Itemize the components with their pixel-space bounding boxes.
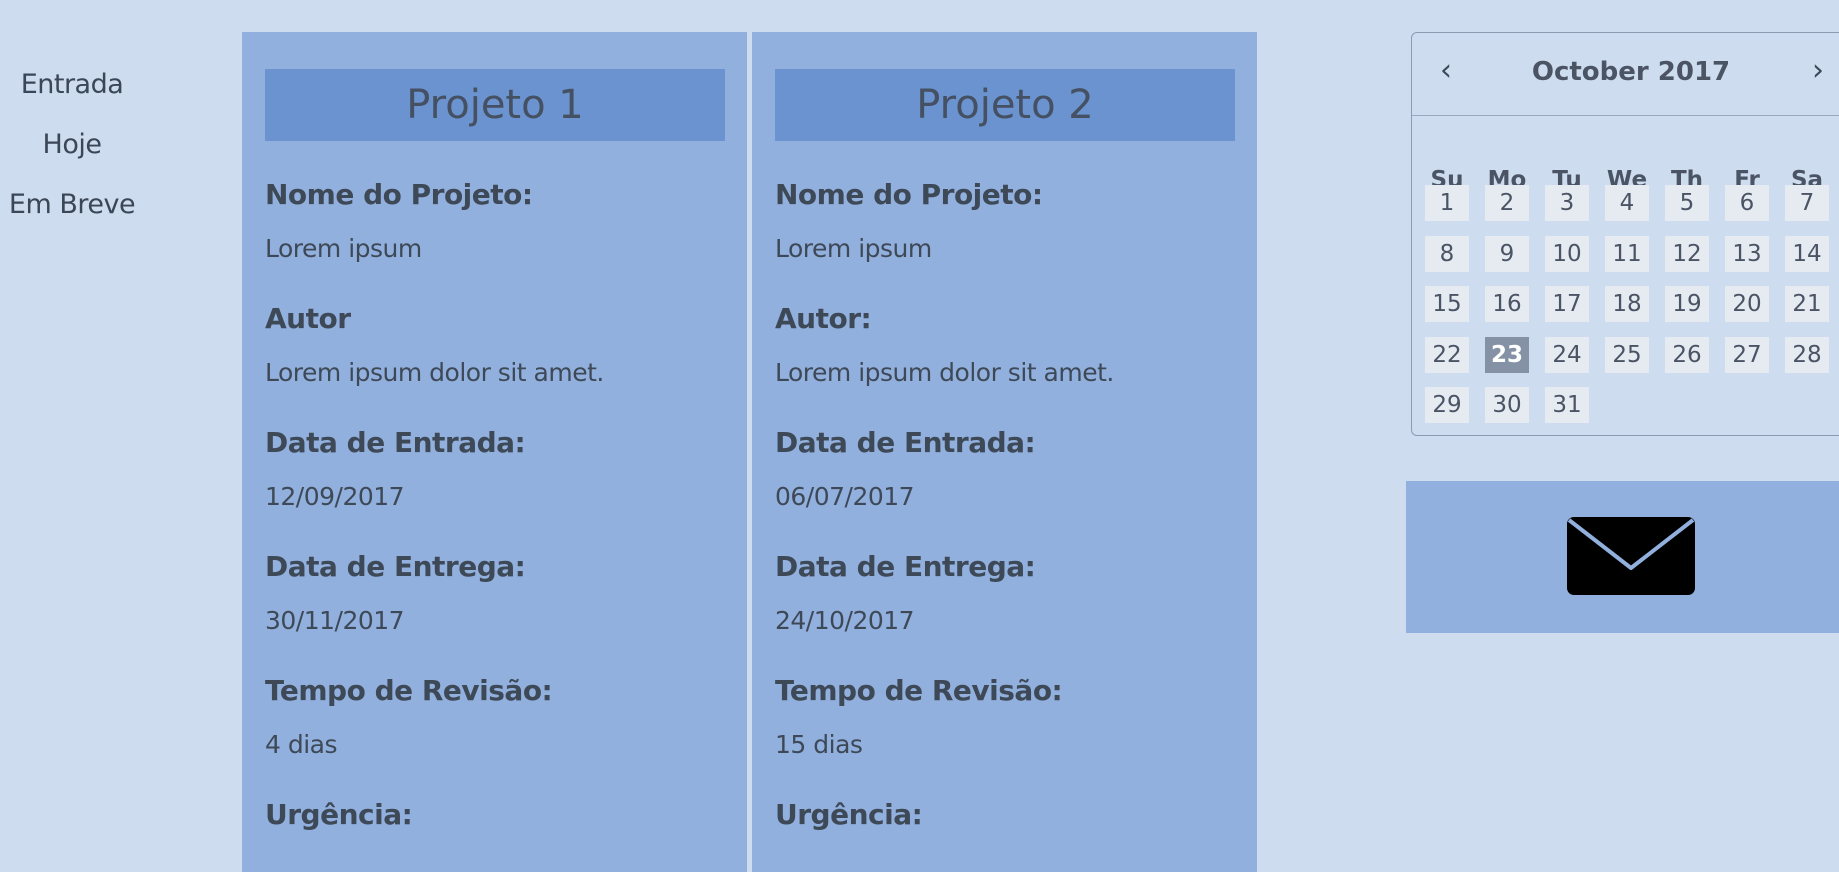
calendar-day[interactable]: 18 [1605, 286, 1649, 322]
calendar-day[interactable]: 3 [1545, 185, 1589, 221]
entry-date-label: Data de Entrada: [775, 426, 1036, 459]
calendar-day[interactable]: 22 [1425, 337, 1469, 373]
calendar-day[interactable]: 7 [1785, 185, 1829, 221]
project-name-label: Nome do Projeto: [775, 178, 1043, 211]
review-time-value: 15 dias [775, 730, 863, 759]
mail-panel [1406, 481, 1839, 633]
review-time-label: Tempo de Revisão: [775, 674, 1063, 707]
project-card-1: Projeto 1 Nome do Projeto: Lorem ipsum A… [242, 32, 747, 872]
project-name-value: Lorem ipsum [265, 234, 422, 263]
entry-date-label: Data de Entrada: [265, 426, 526, 459]
calendar-day[interactable]: 11 [1605, 236, 1649, 272]
calendar-day[interactable]: 30 [1485, 387, 1529, 423]
nav-item-hoje[interactable]: Hoje [0, 115, 144, 175]
entry-date-value: 12/09/2017 [265, 482, 405, 511]
calendar-day[interactable]: 28 [1785, 337, 1829, 373]
nav-item-entrada[interactable]: Entrada [0, 55, 144, 115]
calendar-day[interactable]: 20 [1725, 286, 1769, 322]
urgency-label: Urgência: [265, 798, 413, 831]
sidebar-nav: Entrada Hoje Em Breve [0, 55, 144, 235]
calendar-day[interactable]: 4 [1605, 185, 1649, 221]
calendar: ‹ October 2017 › Su Mo Tu We Th Fr Sa 1 2 3 4 5 6 7 8 9… [1411, 32, 1839, 436]
review-time-label: Tempo de Revisão: [265, 674, 553, 707]
project-card-2: Projeto 2 Nome do Projeto: Lorem ipsum A… [752, 32, 1257, 872]
project-title: Projeto 2 [775, 69, 1235, 141]
project-name-label: Nome do Projeto: [265, 178, 533, 211]
author-value: Lorem ipsum dolor sit amet. [775, 358, 1114, 387]
calendar-day[interactable]: 13 [1725, 236, 1769, 272]
nav-item-em-breve[interactable]: Em Breve [0, 175, 144, 235]
envelope-icon[interactable] [1566, 516, 1696, 600]
calendar-day[interactable]: 2 [1485, 185, 1529, 221]
calendar-day[interactable]: 6 [1725, 185, 1769, 221]
calendar-day[interactable]: 25 [1605, 337, 1649, 373]
calendar-day-selected[interactable]: 23 [1485, 337, 1529, 373]
delivery-date-value: 24/10/2017 [775, 606, 915, 635]
calendar-day[interactable]: 21 [1785, 286, 1829, 322]
calendar-day[interactable]: 17 [1545, 286, 1589, 322]
calendar-day[interactable]: 29 [1425, 387, 1469, 423]
calendar-day[interactable]: 8 [1425, 236, 1469, 272]
urgency-label: Urgência: [775, 798, 923, 831]
calendar-day[interactable]: 14 [1785, 236, 1829, 272]
calendar-day[interactable]: 10 [1545, 236, 1589, 272]
project-title: Projeto 1 [265, 69, 725, 141]
author-value: Lorem ipsum dolor sit amet. [265, 358, 604, 387]
delivery-date-label: Data de Entrega: [265, 550, 526, 583]
calendar-day[interactable]: 27 [1725, 337, 1769, 373]
calendar-header: ‹ October 2017 › [1412, 33, 1839, 116]
calendar-day[interactable]: 16 [1485, 286, 1529, 322]
calendar-day[interactable]: 24 [1545, 337, 1589, 373]
delivery-date-value: 30/11/2017 [265, 606, 405, 635]
calendar-day[interactable]: 15 [1425, 286, 1469, 322]
calendar-day[interactable]: 5 [1665, 185, 1709, 221]
calendar-day[interactable]: 9 [1485, 236, 1529, 272]
calendar-day[interactable]: 31 [1545, 387, 1589, 423]
delivery-date-label: Data de Entrega: [775, 550, 1036, 583]
calendar-day[interactable]: 12 [1665, 236, 1709, 272]
calendar-day[interactable]: 1 [1425, 185, 1469, 221]
author-label: Autor: [775, 302, 872, 335]
author-label: Autor [265, 302, 351, 335]
project-name-value: Lorem ipsum [775, 234, 932, 263]
calendar-day[interactable]: 19 [1665, 286, 1709, 322]
chevron-right-icon[interactable]: › [1812, 53, 1824, 88]
calendar-day[interactable]: 26 [1665, 337, 1709, 373]
entry-date-value: 06/07/2017 [775, 482, 915, 511]
calendar-month-title: October 2017 [1531, 57, 1731, 87]
review-time-value: 4 dias [265, 730, 338, 759]
